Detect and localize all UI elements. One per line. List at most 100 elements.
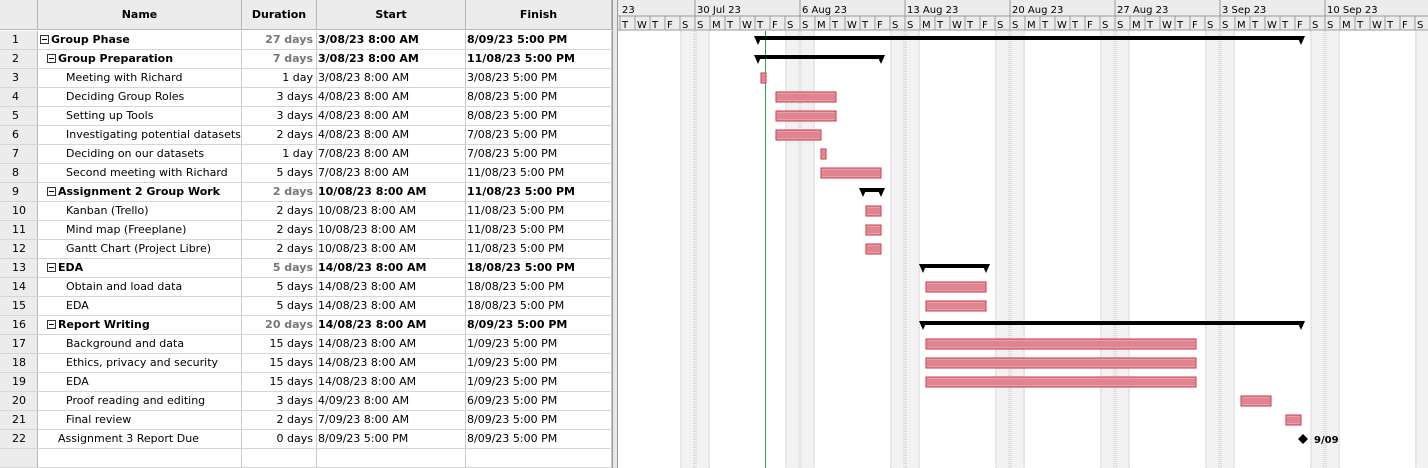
- task-start[interactable]: 14/08/23 8:00 AM: [317, 316, 466, 335]
- task-finish[interactable]: 8/09/23 5:00 PM: [466, 316, 612, 335]
- task-name-cell[interactable]: Assignment 2 Group Work: [38, 183, 242, 202]
- table-row[interactable]: 22 Assignment 3 Report Due 0 days 8/09/23 5…: [0, 430, 612, 449]
- table-row[interactable]: 2 Group Preparation 7 days 3/08/23 8:00 AM 1…: [0, 50, 612, 69]
- task-duration[interactable]: 2 days: [242, 411, 317, 430]
- collapse-icon[interactable]: [47, 320, 56, 329]
- task-name-cell[interactable]: Kanban (Trello): [38, 202, 242, 221]
- task-finish[interactable]: 8/08/23 5:00 PM: [466, 107, 612, 126]
- task-finish[interactable]: 11/08/23 5:00 PM: [466, 221, 612, 240]
- header-name[interactable]: Name: [38, 0, 242, 30]
- task-duration[interactable]: 1 day: [242, 69, 317, 88]
- table-row[interactable]: 9 Assignment 2 Group Work 2 days 10/08/23 8…: [0, 183, 612, 202]
- table-row[interactable]: 3 Meeting with Richard 1 day 3/08/23 8:00 A…: [0, 69, 612, 88]
- table-row-empty[interactable]: [0, 449, 612, 468]
- task-name-cell[interactable]: EDA: [38, 297, 242, 316]
- empty-cell[interactable]: [466, 449, 612, 468]
- table-row[interactable]: 6 Investigating potential datasets 2 days 4…: [0, 126, 612, 145]
- task-start[interactable]: 14/08/23 8:00 AM: [317, 278, 466, 297]
- task-finish[interactable]: 18/08/23 5:00 PM: [466, 278, 612, 297]
- table-row[interactable]: 13 EDA 5 days 14/08/23 8:00 AM 18/08/23 5:00…: [0, 259, 612, 278]
- table-row[interactable]: 16 Report Writing 20 days 14/08/23 8:00 AM 8…: [0, 316, 612, 335]
- task-duration[interactable]: 1 day: [242, 145, 317, 164]
- table-row[interactable]: 17 Background and data 15 days 14/08/23 8:0…: [0, 335, 612, 354]
- task-finish[interactable]: 8/08/23 5:00 PM: [466, 88, 612, 107]
- empty-cell[interactable]: [38, 449, 242, 468]
- collapse-icon[interactable]: [47, 187, 56, 196]
- task-start[interactable]: 10/08/23 8:00 AM: [317, 221, 466, 240]
- collapse-icon[interactable]: [47, 263, 56, 272]
- task-start[interactable]: 4/08/23 8:00 AM: [317, 126, 466, 145]
- task-finish[interactable]: 3/08/23 5:00 PM: [466, 69, 612, 88]
- task-duration[interactable]: 20 days: [242, 316, 317, 335]
- task-duration[interactable]: 2 days: [242, 221, 317, 240]
- table-row[interactable]: 14 Obtain and load data 5 days 14/08/23 8:0…: [0, 278, 612, 297]
- task-duration[interactable]: 5 days: [242, 278, 317, 297]
- task-duration[interactable]: 3 days: [242, 88, 317, 107]
- task-name-cell[interactable]: Assignment 3 Report Due: [38, 430, 242, 449]
- task-name-cell[interactable]: Report Writing: [38, 316, 242, 335]
- table-row[interactable]: 4 Deciding Group Roles 3 days 4/08/23 8:00 …: [0, 88, 612, 107]
- task-start[interactable]: 14/08/23 8:00 AM: [317, 354, 466, 373]
- task-duration[interactable]: 5 days: [242, 259, 317, 278]
- task-name-cell[interactable]: Background and data: [38, 335, 242, 354]
- task-finish[interactable]: 7/08/23 5:00 PM: [466, 126, 612, 145]
- task-name-cell[interactable]: Deciding on our datasets: [38, 145, 242, 164]
- task-duration[interactable]: 15 days: [242, 373, 317, 392]
- table-row[interactable]: 8 Second meeting with Richard 5 days 7/08/2…: [0, 164, 612, 183]
- task-duration[interactable]: 7 days: [242, 50, 317, 69]
- collapse-icon[interactable]: [47, 54, 56, 63]
- table-row[interactable]: 10 Kanban (Trello) 2 days 10/08/23 8:00 AM 1…: [0, 202, 612, 221]
- task-name-cell[interactable]: Gantt Chart (Project Libre): [38, 240, 242, 259]
- task-name-cell[interactable]: Group Phase: [38, 31, 242, 50]
- task-name-cell[interactable]: Deciding Group Roles: [38, 88, 242, 107]
- task-finish[interactable]: 11/08/23 5:00 PM: [466, 183, 612, 202]
- task-name-cell[interactable]: Proof reading and editing: [38, 392, 242, 411]
- task-duration[interactable]: 15 days: [242, 335, 317, 354]
- table-row[interactable]: 1 Group Phase 27 days 3/08/23 8:00 AM 8/09/2…: [0, 31, 612, 50]
- table-row[interactable]: 12 Gantt Chart (Project Libre) 2 days 10/08…: [0, 240, 612, 259]
- task-start[interactable]: 7/09/23 8:00 AM: [317, 411, 466, 430]
- task-name-cell[interactable]: EDA: [38, 373, 242, 392]
- task-duration[interactable]: 2 days: [242, 202, 317, 221]
- task-duration[interactable]: 3 days: [242, 392, 317, 411]
- task-finish[interactable]: 11/08/23 5:00 PM: [466, 164, 612, 183]
- task-start[interactable]: 3/08/23 8:00 AM: [317, 50, 466, 69]
- task-start[interactable]: 10/08/23 8:00 AM: [317, 240, 466, 259]
- task-finish[interactable]: 18/08/23 5:00 PM: [466, 297, 612, 316]
- task-start[interactable]: 3/08/23 8:00 AM: [317, 69, 466, 88]
- task-start[interactable]: 10/08/23 8:00 AM: [317, 183, 466, 202]
- task-finish[interactable]: 11/08/23 5:00 PM: [466, 202, 612, 221]
- task-start[interactable]: 10/08/23 8:00 AM: [317, 202, 466, 221]
- table-row[interactable]: 7 Deciding on our datasets 1 day 7/08/23 8:…: [0, 145, 612, 164]
- task-start[interactable]: 4/08/23 8:00 AM: [317, 88, 466, 107]
- task-name-cell[interactable]: Second meeting with Richard: [38, 164, 242, 183]
- task-name-cell[interactable]: Group Preparation: [38, 50, 242, 69]
- task-start[interactable]: 8/09/23 5:00 PM: [317, 430, 466, 449]
- task-start[interactable]: 14/08/23 8:00 AM: [317, 373, 466, 392]
- task-start[interactable]: 3/08/23 8:00 AM: [317, 31, 466, 50]
- table-row[interactable]: 18 Ethics, privacy and security 15 days 14/…: [0, 354, 612, 373]
- task-name-cell[interactable]: Final review: [38, 411, 242, 430]
- task-start[interactable]: 14/08/23 8:00 AM: [317, 259, 466, 278]
- header-finish[interactable]: Finish: [466, 0, 612, 30]
- table-row[interactable]: 20 Proof reading and editing 3 days 4/09/23…: [0, 392, 612, 411]
- task-duration[interactable]: 2 days: [242, 183, 317, 202]
- task-duration[interactable]: 5 days: [242, 297, 317, 316]
- task-finish[interactable]: 8/09/23 5:00 PM: [466, 430, 612, 449]
- task-name-cell[interactable]: Obtain and load data: [38, 278, 242, 297]
- task-finish[interactable]: 6/09/23 5:00 PM: [466, 392, 612, 411]
- task-start[interactable]: 14/08/23 8:00 AM: [317, 335, 466, 354]
- task-duration[interactable]: 3 days: [242, 107, 317, 126]
- task-start[interactable]: 14/08/23 8:00 AM: [317, 297, 466, 316]
- task-finish[interactable]: 8/09/23 5:00 PM: [466, 411, 612, 430]
- table-row[interactable]: 19 EDA 15 days 14/08/23 8:00 AM 1/09/23 5:00…: [0, 373, 612, 392]
- task-duration[interactable]: 2 days: [242, 240, 317, 259]
- table-row[interactable]: 5 Setting up Tools 3 days 4/08/23 8:00 AM 8/…: [0, 107, 612, 126]
- header-duration[interactable]: Duration: [242, 0, 317, 30]
- task-duration[interactable]: 27 days: [242, 31, 317, 50]
- task-duration[interactable]: 2 days: [242, 126, 317, 145]
- task-finish[interactable]: 11/08/23 5:00 PM: [466, 50, 612, 69]
- task-name-cell[interactable]: Meeting with Richard: [38, 69, 242, 88]
- empty-cell[interactable]: [317, 449, 466, 468]
- task-finish[interactable]: 8/09/23 5:00 PM: [466, 31, 612, 50]
